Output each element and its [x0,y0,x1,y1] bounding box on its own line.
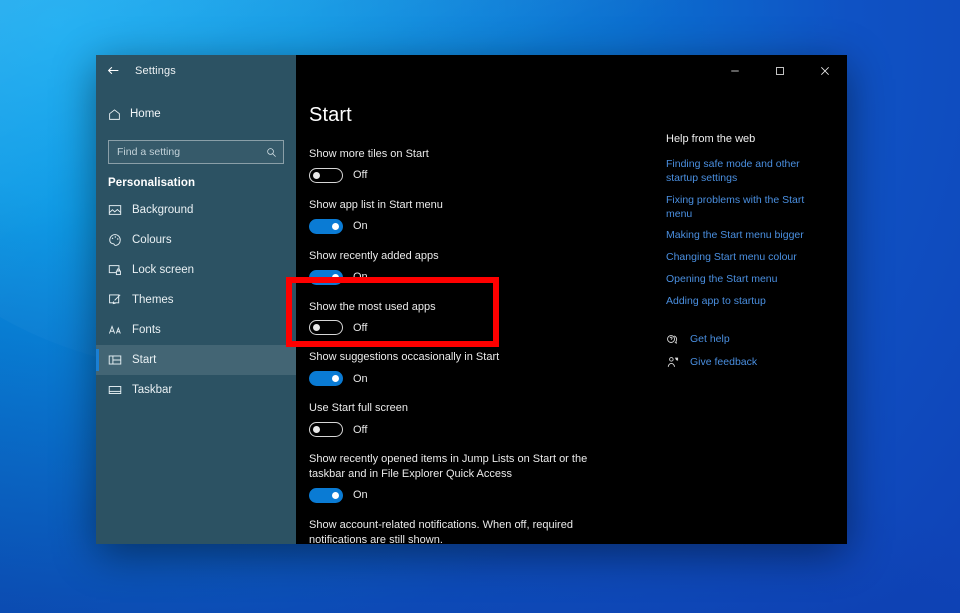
search-icon [266,147,277,158]
help-link[interactable]: Opening the Start menu [666,273,822,287]
sidebar: Home Personalisation Background [96,86,296,544]
toggle-state: Off [353,169,368,182]
setting-label: Use Start full screen [309,402,409,415]
sidebar-item-label: Themes [132,294,174,306]
font-icon [108,323,132,337]
toggle-row: Off [309,167,666,183]
start-tiles-icon [108,353,132,367]
get-help-icon [666,333,690,346]
home-icon [108,108,130,121]
give-feedback-action[interactable]: Give feedback [666,356,847,369]
sidebar-item-label: Colours [132,234,172,246]
setting-show-jump-lists: Show recently opened items in Jump Lists… [309,452,666,503]
sidebar-item-label: Taskbar [132,384,173,396]
help-link[interactable]: Fixing problems with the Start menu [666,194,822,222]
sidebar-item-label: Fonts [132,324,161,336]
get-help-label: Get help [690,333,730,346]
setting-label: Show account-related notifications. When… [309,518,573,544]
minimize-button[interactable] [712,55,757,86]
title-bar-left: Settings [96,55,296,86]
give-feedback-label: Give feedback [690,356,758,369]
settings-column: Start Show more tiles on Start Off Show … [296,86,666,544]
sidebar-item-label: Background [132,204,194,216]
search-box[interactable] [108,140,284,164]
sidebar-item-fonts[interactable]: Fonts [96,315,296,345]
page-title: Start [309,104,352,126]
help-link[interactable]: Adding app to startup [666,295,822,309]
toggle-row: On [309,218,666,234]
palette-icon [108,233,132,247]
title-bar: Settings [96,55,847,86]
sidebar-item-label: Start [132,354,157,366]
setting-account-notifications: Show account-related notifications. When… [309,518,666,544]
picture-icon [108,203,132,217]
toggle-row: On [309,487,666,503]
toggle-show-suggestions[interactable] [309,371,343,387]
toggle-row: Off [309,422,666,438]
toggle-show-most-used[interactable] [309,320,343,336]
sidebar-item-taskbar[interactable]: Taskbar [96,375,296,405]
content-area: Start Show more tiles on Start Off Show … [296,86,847,544]
toggle-row: On [309,269,666,285]
help-link[interactable]: Finding safe mode and other startup sett… [666,158,822,186]
help-actions: Get help Give feedback [666,333,847,369]
sidebar-nav-list: Background Colours Lock screen Themes Fo… [96,195,296,405]
toggle-state: On [353,372,368,385]
sidebar-item-themes[interactable]: Themes [96,285,296,315]
sidebar-section-title: Personalisation [108,177,196,189]
toggle-state: On [353,220,368,233]
toggle-use-full-screen[interactable] [309,422,343,438]
lock-screen-icon [108,263,132,277]
settings-window: Settings Home Find a setting Personalisa… [96,55,847,544]
toggle-show-more-tiles[interactable] [309,167,343,183]
toggle-state: On [353,271,368,284]
setting-label: Show app list in Start menu [309,198,443,211]
toggle-show-recently-added[interactable] [309,269,343,285]
search-input[interactable] [117,146,266,158]
sidebar-item-colours[interactable]: Colours [96,225,296,255]
maximize-button[interactable] [757,55,802,86]
get-help-action[interactable]: Get help [666,333,847,346]
setting-show-recently-added: Show recently added apps On [309,249,666,285]
setting-label: Show the most used apps [309,300,436,313]
title-bar-right [296,55,847,86]
toggle-state: Off [353,423,368,436]
setting-label: Show recently added apps [309,249,439,262]
setting-label: Show suggestions occasionally in Start [309,351,500,364]
sidebar-home-label: Home [130,108,161,120]
toggle-state: On [353,489,368,502]
sidebar-item-home[interactable]: Home [96,100,296,128]
window-title: Settings [135,64,176,77]
setting-label: Show recently opened items in Jump Lists… [309,453,588,480]
setting-use-full-screen: Use Start full screen Off [309,401,666,438]
setting-show-suggestions: Show suggestions occasionally in Start O… [309,350,666,387]
setting-label: Show more tiles on Start [309,148,429,160]
give-feedback-icon [666,356,690,369]
taskbar-icon [108,383,132,397]
help-title: Help from the web [666,133,756,145]
close-button[interactable] [802,55,847,86]
sidebar-item-start[interactable]: Start [96,345,296,375]
sidebar-item-label: Lock screen [132,264,195,276]
setting-show-most-used: Show the most used apps Off [309,300,666,336]
toggle-state: Off [353,321,368,334]
help-link[interactable]: Changing Start menu colour [666,251,822,265]
back-button[interactable] [96,55,130,86]
toggle-row: Off [309,320,666,336]
sidebar-item-background[interactable]: Background [96,195,296,225]
toggle-row: On [309,371,666,387]
help-link[interactable]: Making the Start menu bigger [666,229,822,243]
sidebar-item-lock-screen[interactable]: Lock screen [96,255,296,285]
setting-show-more-tiles: Show more tiles on Start Off [309,147,666,183]
toggle-show-app-list[interactable] [309,218,343,234]
help-column: Help from the web Finding safe mode and … [666,86,847,544]
setting-show-app-list: Show app list in Start menu On [309,198,666,234]
brush-icon [108,293,132,307]
toggle-show-jump-lists[interactable] [309,487,343,503]
